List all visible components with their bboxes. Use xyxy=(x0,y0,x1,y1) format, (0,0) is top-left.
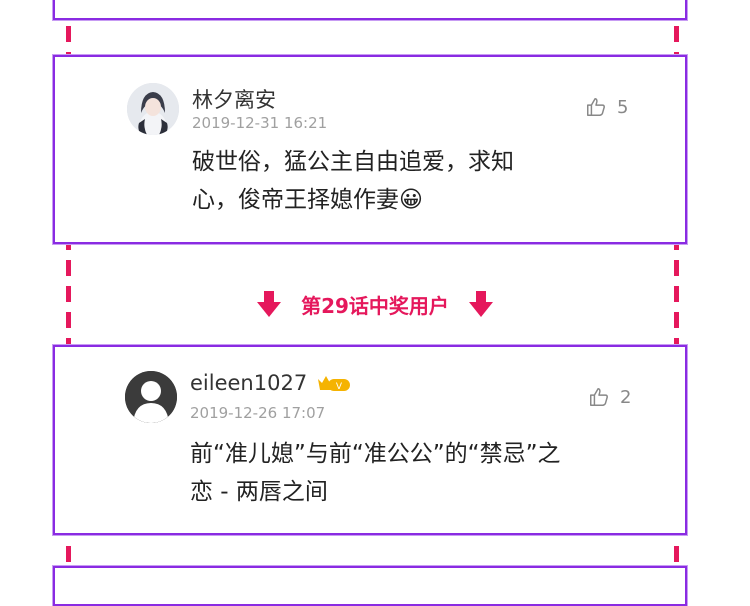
vip-badge: V xyxy=(316,374,352,394)
timestamp: 2019-12-31 16:21 xyxy=(192,114,328,132)
username[interactable]: eileen1027 V xyxy=(190,371,352,395)
like-button[interactable]: 2 xyxy=(588,386,631,408)
comment-card-previous xyxy=(53,0,687,20)
svg-text:V: V xyxy=(336,382,343,392)
user-avatar-illustration-icon xyxy=(127,83,179,135)
like-button[interactable]: 5 xyxy=(585,96,628,118)
arrow-down-icon xyxy=(468,291,493,317)
comment-card-next xyxy=(53,566,687,606)
grinning-face-emoji-icon: 😀 xyxy=(399,187,423,213)
thumbs-up-icon xyxy=(590,388,608,406)
arrow-down-icon xyxy=(257,291,282,317)
comment-text: 前“准儿媳”与前“准公公”的“禁忌”之 恋 - 两唇之间 xyxy=(190,435,561,511)
winner-banner: 第29话中奖用户 xyxy=(0,286,750,322)
thumbs-up-icon xyxy=(587,98,605,116)
comment-text-line: 前“准儿媳”与前“准公公”的“禁忌”之 xyxy=(190,441,561,467)
like-count: 2 xyxy=(620,386,632,408)
timestamp: 2019-12-26 17:07 xyxy=(190,404,326,422)
comment-text-line: 心，俊帝王择媳作妻😀 xyxy=(192,187,423,213)
avatar[interactable] xyxy=(125,371,177,423)
comment-card: 林夕离安 2019-12-31 16:21 5 破世俗，猛公主自由追爱，求知 心… xyxy=(53,55,687,244)
comment-text-line: 恋 - 两唇之间 xyxy=(190,479,328,505)
banner-title: 第29话中奖用户 xyxy=(301,293,449,318)
comment-text-line: 破世俗，猛公主自由追爱，求知 xyxy=(192,149,514,175)
comment-card: eileen1027 V 2019-12-26 17:07 2 前“准儿媳”与前… xyxy=(53,345,687,535)
comment-text: 破世俗，猛公主自由追爱，求知 心，俊帝王择媳作妻😀 xyxy=(192,143,514,219)
username[interactable]: 林夕离安 xyxy=(192,84,276,114)
avatar[interactable] xyxy=(127,83,179,135)
default-avatar-icon xyxy=(125,371,177,423)
like-count: 5 xyxy=(617,96,629,118)
crown-icon: V xyxy=(317,376,350,392)
